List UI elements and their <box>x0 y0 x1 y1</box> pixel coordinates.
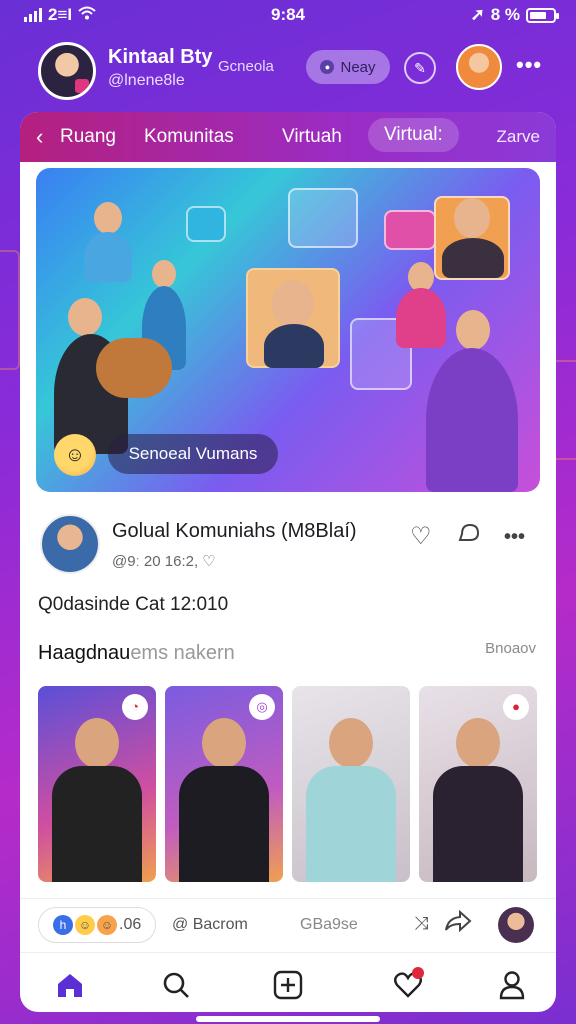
tab-virtuah[interactable]: Virtuah <box>282 126 342 148</box>
person-head <box>272 280 314 328</box>
person-head <box>202 718 246 768</box>
plus-square-icon[interactable] <box>270 967 306 1003</box>
smile-reaction-icon: ☺ <box>75 915 95 935</box>
hero-image[interactable]: ☺ Senoeal Vumans <box>36 168 540 492</box>
person-figure <box>396 288 446 348</box>
floating-panel <box>186 206 226 242</box>
follow-button-label: Neay <box>340 58 376 76</box>
person-head <box>94 202 122 234</box>
post-text: Q0dasinde Cat 12:010 <box>38 594 229 615</box>
reaction-count: .06 <box>119 916 142 933</box>
person-head <box>152 260 176 288</box>
media-thumbnail[interactable]: ◔ <box>38 686 156 882</box>
person-head <box>454 198 490 238</box>
person-figure <box>179 766 269 882</box>
pin-icon: ✎ <box>414 59 426 76</box>
post-author-avatar[interactable] <box>40 514 100 574</box>
section-link[interactable]: Bnoaov <box>485 640 536 657</box>
tab-ruang[interactable]: Ruang <box>60 126 116 148</box>
record-icon: ● <box>320 60 335 74</box>
bubble-icon[interactable] <box>456 522 482 553</box>
activity-heart-icon[interactable] <box>390 967 426 1003</box>
background-frame <box>0 250 20 370</box>
home-indicator[interactable] <box>196 1016 380 1022</box>
media-thumbnail[interactable]: ● <box>419 686 537 882</box>
notification-badge <box>412 967 424 979</box>
avatar[interactable] <box>38 42 96 100</box>
like-reaction-icon: h <box>53 915 73 935</box>
save-button[interactable]: Zarve <box>497 127 540 147</box>
profile-name: Kintaal Bty <box>108 46 213 68</box>
share-icon[interactable] <box>444 909 472 940</box>
shuffle-icon[interactable]: ⤨ <box>414 913 428 934</box>
emoji-icon[interactable]: ☺ <box>54 434 96 476</box>
pin-icon: ◎ <box>249 694 275 720</box>
viewer-avatar[interactable] <box>498 907 534 943</box>
chevron-left-icon[interactable]: ‹ <box>36 124 43 150</box>
story-badge-icon <box>75 79 89 93</box>
location-icon: ➚ <box>470 5 485 24</box>
share-label[interactable]: GBa9se <box>300 916 358 934</box>
person-figure <box>84 232 132 282</box>
person-figure <box>52 766 142 882</box>
person-figure <box>264 324 324 368</box>
wow-reaction-icon: ☺ <box>97 915 117 935</box>
person-head <box>456 718 500 768</box>
reactions-summary[interactable]: h ☺ ☺ .06 <box>38 907 157 943</box>
status-bar: 2≡I 9:84 ➚ 8 % <box>0 0 576 30</box>
post-card: ‹ Ruang Komunitas Virtuah Virtual: Zarve… <box>20 112 556 1012</box>
person-head <box>68 298 102 336</box>
guitar <box>96 338 172 398</box>
heart-icon[interactable]: ♡ <box>410 522 432 551</box>
profile-header: Kintaal Bty @lnene8le Gcneola ● Neay ✎ •… <box>0 38 576 102</box>
section-title-faint: ems nakern <box>130 642 235 664</box>
post-meta: @9ː 20 16:2, ♡ <box>112 553 216 570</box>
profile-extra-label: Gcneola <box>218 58 274 75</box>
media-thumbnail[interactable] <box>292 686 410 882</box>
search-icon[interactable] <box>158 967 194 1003</box>
tab-komunitas[interactable]: Komunitas <box>144 126 234 148</box>
user-icon[interactable] <box>494 967 530 1003</box>
battery-icon <box>526 7 559 23</box>
person-head <box>75 718 119 768</box>
floating-panel <box>288 188 358 248</box>
more-icon[interactable]: ••• <box>504 526 525 549</box>
post-title: Golual Komuniahs (M8Blaí) <box>112 520 357 542</box>
tab-bar: ‹ Ruang Komunitas Virtuah Virtual: Zarve <box>20 112 556 162</box>
profile-handle: @lnene8le <box>108 72 185 89</box>
person-figure <box>442 238 504 278</box>
media-thumbnail[interactable]: ◎ <box>165 686 283 882</box>
friend-avatar[interactable] <box>456 44 502 90</box>
section-title-main: Haagdnau <box>38 642 131 664</box>
bottom-nav <box>20 952 556 1012</box>
comment-button[interactable]: @ Bacrom <box>172 916 248 934</box>
person-head <box>456 310 490 350</box>
person-head <box>329 718 373 768</box>
person-figure <box>433 766 523 882</box>
floating-panel <box>384 210 436 250</box>
hero-caption: Senoeal Vumans <box>108 434 278 474</box>
pin-icon: ◔ <box>122 694 148 720</box>
person-figure <box>426 348 518 492</box>
pin-button[interactable]: ✎ <box>404 52 436 84</box>
follow-button[interactable]: ● Neay <box>306 50 390 84</box>
battery-label: 8 % <box>490 5 520 24</box>
more-icon[interactable]: ••• <box>516 52 542 78</box>
tab-virtual[interactable]: Virtual: <box>368 118 459 152</box>
home-icon[interactable] <box>52 967 88 1003</box>
post-footer: h ☺ ☺ .06 @ Bacrom GBa9se ⤨ <box>20 898 556 950</box>
person-figure <box>306 766 396 882</box>
section-title: Haagdnauems nakern <box>38 642 235 665</box>
record-icon: ● <box>503 694 529 720</box>
